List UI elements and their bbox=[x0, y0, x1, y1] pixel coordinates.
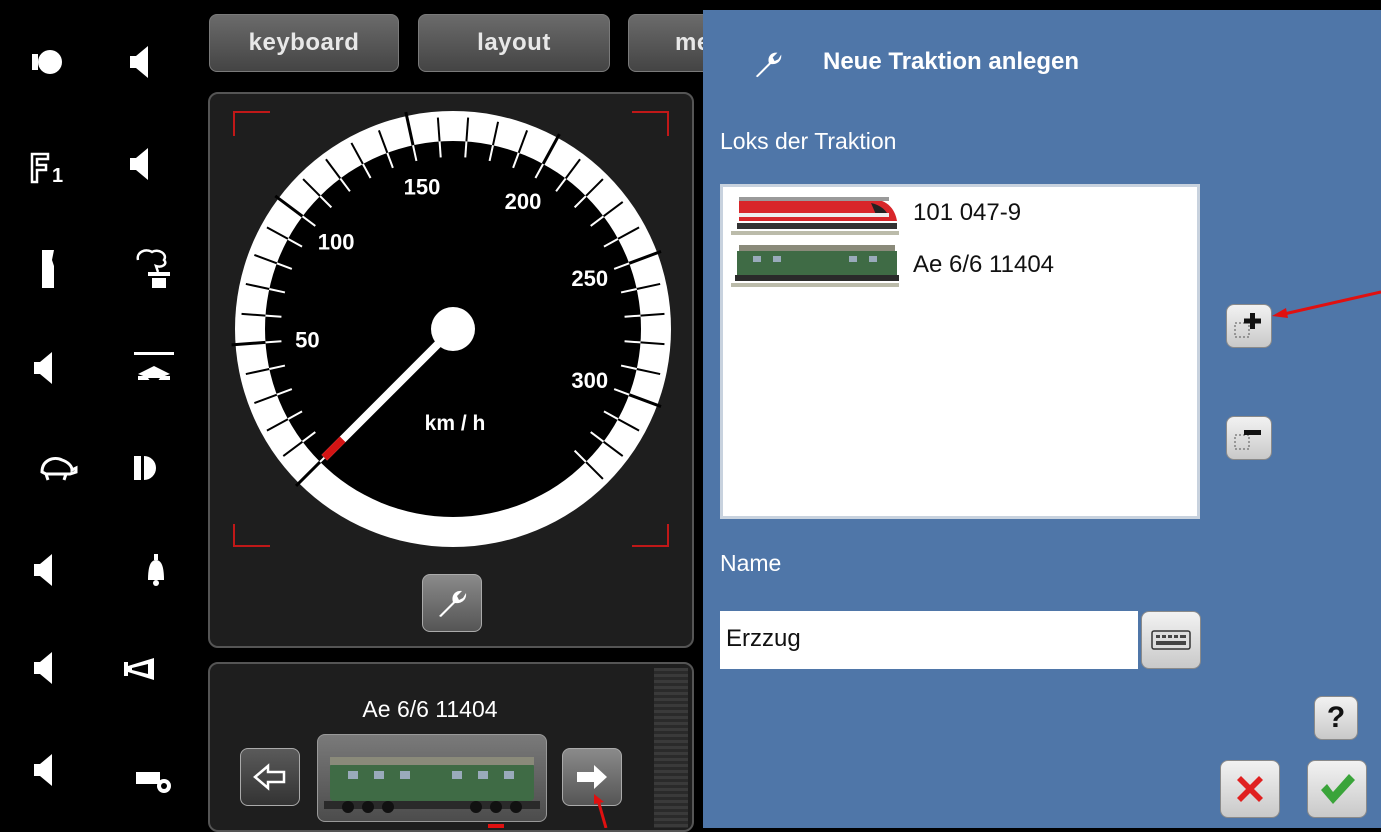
arrow-right-icon bbox=[577, 765, 607, 789]
loco-selector-panel: Ae 6/6 11404 bbox=[208, 662, 694, 832]
speed-unit: km / h bbox=[425, 412, 486, 435]
dial-tick bbox=[464, 141, 468, 158]
sound-icon[interactable] bbox=[112, 136, 168, 192]
add-loco-button[interactable] bbox=[1226, 304, 1272, 348]
dial-tick-label: 50 bbox=[295, 327, 319, 352]
sound-icon[interactable] bbox=[20, 640, 76, 696]
checkmark-icon bbox=[1321, 774, 1355, 804]
traction-loco-list[interactable]: 101 047-9 Ae 6/6 11404 bbox=[720, 184, 1200, 519]
wrench-icon bbox=[439, 590, 467, 617]
sound-icon[interactable] bbox=[20, 542, 76, 598]
light-icon[interactable] bbox=[20, 34, 76, 90]
locos-label: Loks der Traktion bbox=[720, 128, 897, 154]
dial-tick bbox=[624, 340, 641, 344]
dial-tick-label: 150 bbox=[404, 174, 441, 199]
list-item[interactable]: Ae 6/6 11404 bbox=[731, 239, 1054, 291]
help-label: ? bbox=[1326, 701, 1346, 734]
f1-icon[interactable]: 1 bbox=[20, 140, 76, 196]
name-input[interactable]: Erzzug bbox=[720, 611, 1138, 669]
previous-loco-button[interactable] bbox=[240, 748, 300, 806]
horn-icon[interactable] bbox=[112, 640, 168, 696]
remove-loco-button[interactable] bbox=[1226, 416, 1272, 460]
loco-settings-button[interactable] bbox=[422, 574, 482, 632]
dial-tick bbox=[265, 340, 282, 344]
sound-icon[interactable] bbox=[112, 34, 168, 90]
needle-hub bbox=[431, 307, 475, 351]
dial-tick bbox=[624, 314, 641, 318]
coupler-icon[interactable] bbox=[20, 240, 76, 296]
tab-keyboard[interactable]: keyboard bbox=[209, 14, 399, 72]
dial-tick bbox=[438, 141, 442, 158]
keyboard-button[interactable] bbox=[1141, 611, 1201, 669]
sound-icon[interactable] bbox=[20, 340, 76, 396]
dial-tick-label: 100 bbox=[318, 230, 355, 255]
sound-icon[interactable] bbox=[20, 742, 76, 798]
dialog-title: Neue Traktion anlegen bbox=[823, 48, 1080, 75]
smoke-icon[interactable] bbox=[126, 240, 182, 296]
speedometer-panel: 50 100 150 200 250 300 km / h bbox=[208, 92, 694, 648]
speedometer[interactable]: 50 100 150 200 250 300 km / h bbox=[210, 94, 692, 646]
cancel-button[interactable] bbox=[1220, 760, 1280, 818]
dial-tick-label: 200 bbox=[505, 189, 542, 214]
dial-tick-label: 250 bbox=[571, 266, 608, 291]
svg-text:1: 1 bbox=[52, 165, 63, 187]
pantograph-icon[interactable] bbox=[126, 340, 182, 396]
add-icon bbox=[1234, 313, 1261, 338]
loco-name: Ae 6/6 11404 bbox=[913, 251, 1055, 278]
shunting-icon[interactable] bbox=[30, 440, 86, 496]
loco-thumbnail bbox=[731, 197, 899, 235]
headlight-icon[interactable] bbox=[118, 440, 174, 496]
list-item[interactable]: 101 047-9 bbox=[731, 187, 1021, 239]
help-button[interactable]: ? bbox=[1314, 696, 1358, 740]
wrench-icon bbox=[755, 52, 782, 78]
function-column: 1 bbox=[0, 0, 205, 828]
dial-tick bbox=[265, 314, 282, 318]
annotation-arrow bbox=[1272, 290, 1381, 318]
loco-image[interactable] bbox=[317, 734, 547, 822]
loco-selector-name: Ae 6/6 11404 bbox=[362, 696, 498, 722]
bell-icon[interactable] bbox=[128, 542, 184, 598]
scroll-track[interactable] bbox=[654, 668, 688, 828]
arrow-left-icon bbox=[253, 763, 286, 791]
annotation-marker bbox=[488, 824, 504, 828]
whistle-icon[interactable] bbox=[126, 750, 182, 806]
dial-tick-label: 300 bbox=[571, 368, 608, 393]
tab-layout[interactable]: layout bbox=[418, 14, 610, 72]
loco-thumbnail bbox=[731, 245, 899, 287]
confirm-button[interactable] bbox=[1307, 760, 1367, 818]
loco-name: 101 047-9 bbox=[913, 199, 1022, 226]
close-icon bbox=[1237, 776, 1263, 802]
remove-icon bbox=[1234, 430, 1261, 450]
keyboard-icon bbox=[1151, 630, 1191, 650]
annotation-arrow bbox=[594, 794, 608, 828]
name-label: Name bbox=[720, 550, 782, 576]
